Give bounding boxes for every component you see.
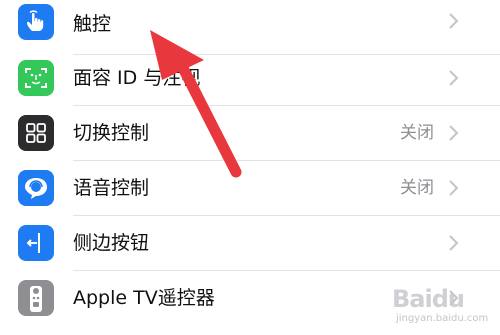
watermark: Baidu jingyan.baidu.com xyxy=(386,285,496,331)
row-label: Apple TV遥控器 xyxy=(73,287,215,309)
chevron-right-icon xyxy=(449,125,459,141)
touch-hand-icon xyxy=(18,4,54,40)
voice-control-icon xyxy=(18,170,54,206)
row-label: 面容 ID 与注视 xyxy=(73,67,201,89)
apple-tv-remote-icon xyxy=(18,280,54,316)
watermark-brand: Baidu xyxy=(392,285,465,313)
row-voice-control[interactable]: 语音控制 关闭 xyxy=(0,161,500,216)
row-label: 语音控制 xyxy=(73,177,150,199)
chevron-right-icon xyxy=(449,180,459,196)
face-id-icon xyxy=(18,60,54,96)
chevron-right-icon xyxy=(449,13,459,29)
row-value: 关闭 xyxy=(400,178,434,198)
row-touch[interactable]: 触控 xyxy=(0,0,500,55)
row-label: 切换控制 xyxy=(73,122,150,144)
row-label: 侧边按钮 xyxy=(73,232,150,254)
watermark-url: jingyan.baidu.com xyxy=(396,313,489,324)
row-face-id-attention[interactable]: 面容 ID 与注视 xyxy=(0,51,500,106)
row-label: 触控 xyxy=(73,13,112,35)
switch-control-icon xyxy=(18,115,54,151)
side-button-icon xyxy=(18,225,54,261)
row-side-button[interactable]: 侧边按钮 xyxy=(0,216,500,271)
row-switch-control[interactable]: 切换控制 关闭 xyxy=(0,106,500,161)
chevron-right-icon xyxy=(449,235,459,251)
row-value: 关闭 xyxy=(400,123,434,143)
chevron-right-icon xyxy=(449,70,459,86)
